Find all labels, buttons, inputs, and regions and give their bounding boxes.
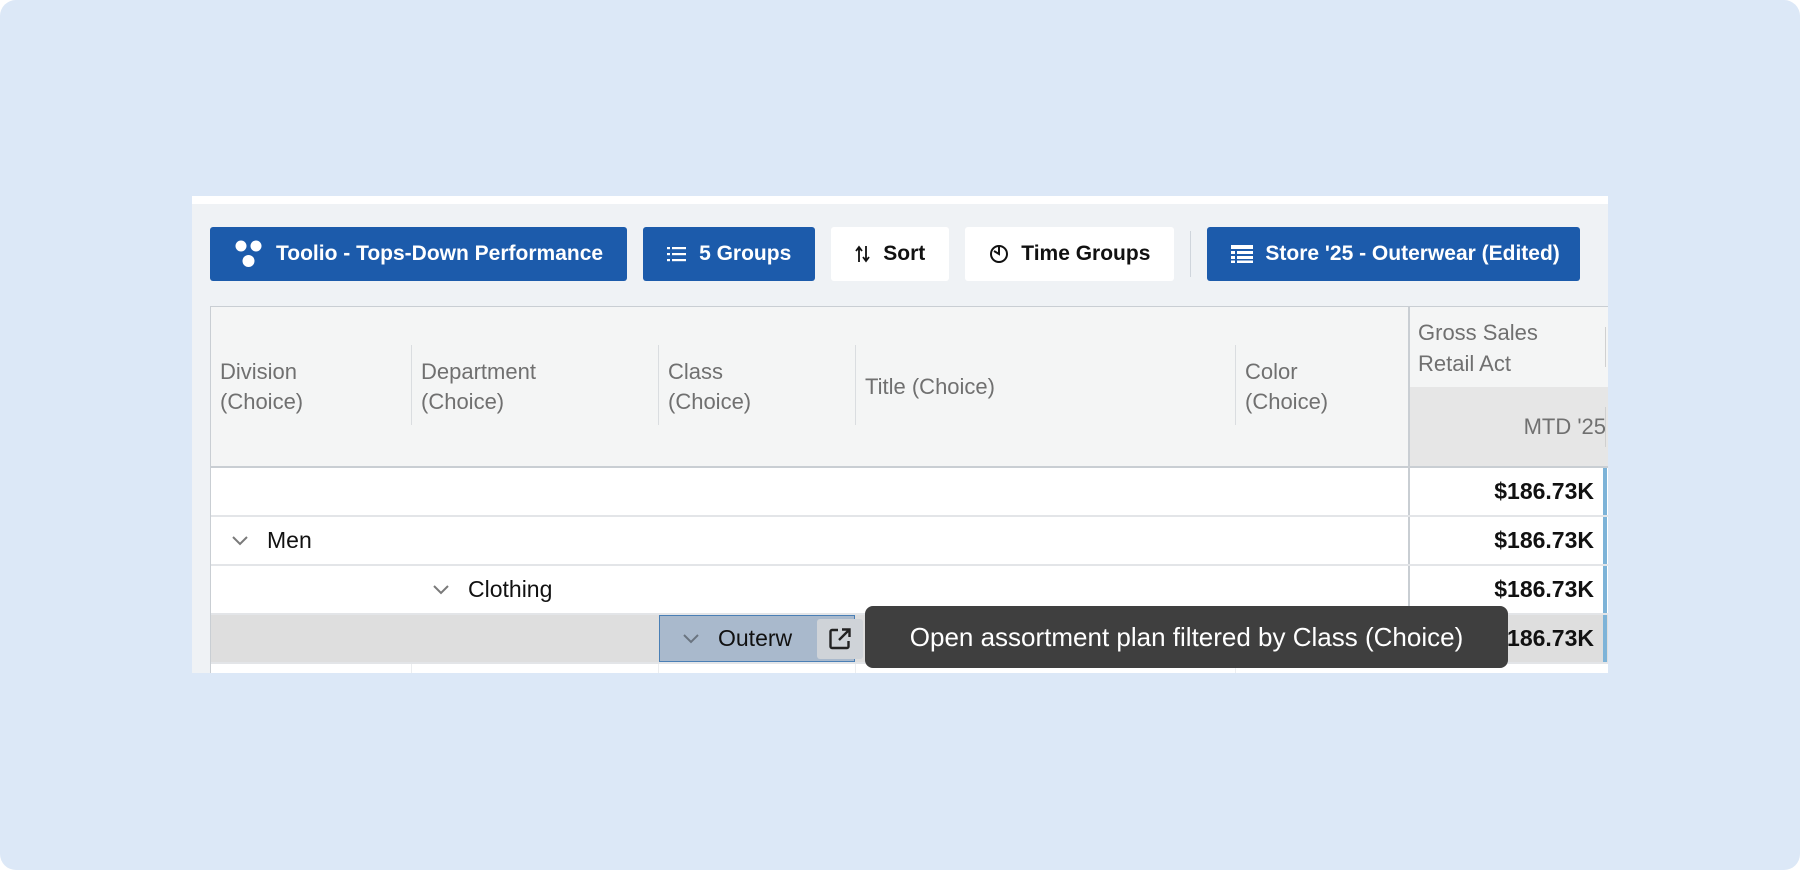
cell-accent-bar bbox=[1603, 468, 1607, 515]
time-groups-label: Time Groups bbox=[1021, 242, 1151, 265]
store-plan-label: Store '25 - Outerwear (Edited) bbox=[1265, 242, 1560, 265]
toolbar-divider bbox=[1190, 231, 1192, 277]
department-cell[interactable]: Clothing bbox=[430, 566, 552, 613]
division-label: Men bbox=[267, 527, 312, 553]
view-selector-button[interactable]: Toolio - Tops-Down Performance bbox=[210, 227, 628, 281]
sort-button[interactable]: Sort bbox=[831, 227, 950, 281]
groups-label: 5 Groups bbox=[699, 242, 792, 265]
row-value: $186.73K bbox=[1408, 517, 1603, 564]
chevron-down-icon[interactable] bbox=[229, 530, 251, 552]
color-header-line2: (Choice) bbox=[1245, 388, 1329, 414]
chevron-down-icon[interactable] bbox=[680, 628, 702, 650]
department-label: Clothing bbox=[468, 576, 553, 602]
table-row-division[interactable]: Men $186.73K bbox=[211, 517, 1608, 566]
header-divider bbox=[1605, 327, 1606, 367]
metric-title-line1: Gross Sales bbox=[1418, 320, 1538, 345]
cell-accent-bar bbox=[1603, 517, 1607, 564]
store-plan-button[interactable]: Store '25 - Outerwear (Edited) bbox=[1207, 227, 1580, 281]
sort-arrows-icon bbox=[855, 244, 871, 264]
cell-accent-bar bbox=[1603, 615, 1607, 662]
page-background: Toolio - Tops-Down Performance 5 Groups … bbox=[0, 0, 1800, 870]
chevron-down-icon[interactable] bbox=[430, 579, 452, 601]
open-plan-button[interactable] bbox=[817, 619, 863, 659]
header-divider bbox=[1605, 407, 1606, 447]
tooltip-text: Open assortment plan filtered by Class (… bbox=[909, 621, 1464, 652]
title-header-label: Title (Choice) bbox=[865, 373, 995, 399]
column-divider bbox=[411, 664, 412, 673]
class-header-line2: (Choice) bbox=[668, 388, 752, 414]
column-header-department[interactable]: Department (Choice) bbox=[412, 307, 658, 466]
department-header-line1: Department bbox=[421, 358, 536, 384]
division-header-line2: (Choice) bbox=[220, 388, 304, 414]
metric-title-line2: Retail Act bbox=[1418, 351, 1511, 376]
class-label: Outerw bbox=[718, 625, 793, 651]
view-selector-label: Toolio - Tops-Down Performance bbox=[276, 242, 604, 265]
toolio-logo-icon bbox=[234, 240, 264, 268]
column-header-division[interactable]: Division (Choice) bbox=[211, 307, 411, 466]
sort-label: Sort bbox=[883, 242, 926, 265]
toolbar: Toolio - Tops-Down Performance 5 Groups … bbox=[210, 227, 1580, 281]
color-header-line1: Color bbox=[1245, 358, 1298, 384]
column-divider bbox=[855, 664, 856, 673]
app-panel: Toolio - Tops-Down Performance 5 Groups … bbox=[192, 196, 1608, 673]
metric-title: Gross Sales Retail Act bbox=[1410, 307, 1608, 387]
cell-accent-bar bbox=[1603, 566, 1607, 613]
panel-top-edge bbox=[192, 196, 1608, 204]
column-divider bbox=[658, 664, 659, 673]
table-list-icon bbox=[1231, 245, 1254, 263]
division-cell[interactable]: Men bbox=[229, 517, 312, 564]
column-header-title[interactable]: Title (Choice) bbox=[856, 307, 1235, 466]
table-row-total[interactable]: $186.73K bbox=[211, 468, 1608, 517]
external-link-icon bbox=[829, 628, 851, 650]
row-value: $186.73K bbox=[1408, 468, 1603, 515]
list-icon bbox=[667, 246, 687, 262]
metric-column-header[interactable]: Gross Sales Retail Act MTD '25 bbox=[1408, 307, 1608, 466]
metric-period: MTD '25 bbox=[1410, 387, 1608, 466]
column-header-color[interactable]: Color (Choice) bbox=[1236, 307, 1408, 466]
timer-icon bbox=[989, 244, 1009, 264]
tooltip: Open assortment plan filtered by Class (… bbox=[865, 606, 1508, 668]
time-groups-button[interactable]: Time Groups bbox=[965, 227, 1175, 281]
division-header-line1: Division bbox=[220, 358, 298, 384]
column-header-class[interactable]: Class (Choice) bbox=[659, 307, 855, 466]
department-header-line2: (Choice) bbox=[421, 388, 505, 414]
grid-header: Division (Choice) Department (Choice) Clas… bbox=[211, 307, 1608, 468]
groups-button[interactable]: 5 Groups bbox=[643, 227, 816, 281]
class-header-line1: Class bbox=[668, 358, 724, 384]
